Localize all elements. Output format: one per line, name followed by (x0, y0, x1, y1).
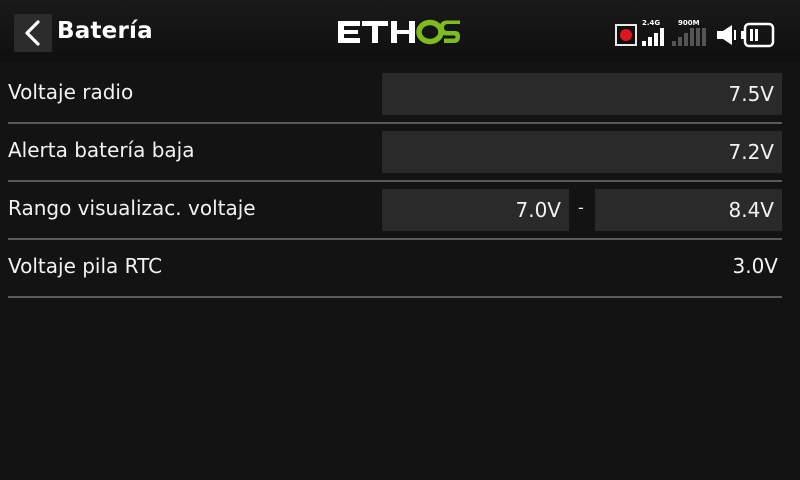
chevron-left-icon (25, 20, 40, 46)
top-bar: Batería 2.4G 900M (0, 0, 800, 62)
rtc-voltage-value: 3.0V (732, 254, 779, 278)
rf-900m-signal-icon (672, 28, 712, 46)
low-battery-alert-field[interactable]: 7.2V (382, 131, 782, 173)
setting-label: Voltaje pila RTC (8, 254, 163, 278)
battery-icon (741, 22, 775, 48)
page-title: Batería (57, 18, 153, 44)
setting-row-low-battery-alert: Alerta batería baja 7.2V (8, 124, 782, 182)
rf-2-4g-label: 2.4G (642, 19, 661, 27)
ethos-logo (338, 19, 460, 45)
setting-label: Voltaje radio (8, 80, 134, 104)
radio-voltage-field[interactable]: 7.5V (382, 73, 782, 115)
voltage-range-min-field[interactable]: 7.0V (382, 189, 569, 231)
row-divider (8, 296, 782, 298)
record-icon (615, 24, 637, 46)
back-button[interactable] (14, 14, 52, 52)
setting-label: Alerta batería baja (8, 138, 195, 162)
setting-label: Rango visualizac. voltaje (8, 196, 256, 220)
rf-900m-label: 900M (678, 19, 700, 27)
setting-row-radio-voltage: Voltaje radio 7.5V (8, 66, 782, 124)
setting-row-rtc-voltage: Voltaje pila RTC 3.0V (8, 240, 782, 298)
speaker-icon (717, 25, 736, 45)
setting-row-voltage-range: Rango visualizac. voltaje 7.0V - 8.4V (8, 182, 782, 240)
voltage-range-max-field[interactable]: 8.4V (595, 189, 782, 231)
rf-2-4g-signal-icon (642, 28, 666, 46)
range-separator: - (578, 198, 584, 217)
